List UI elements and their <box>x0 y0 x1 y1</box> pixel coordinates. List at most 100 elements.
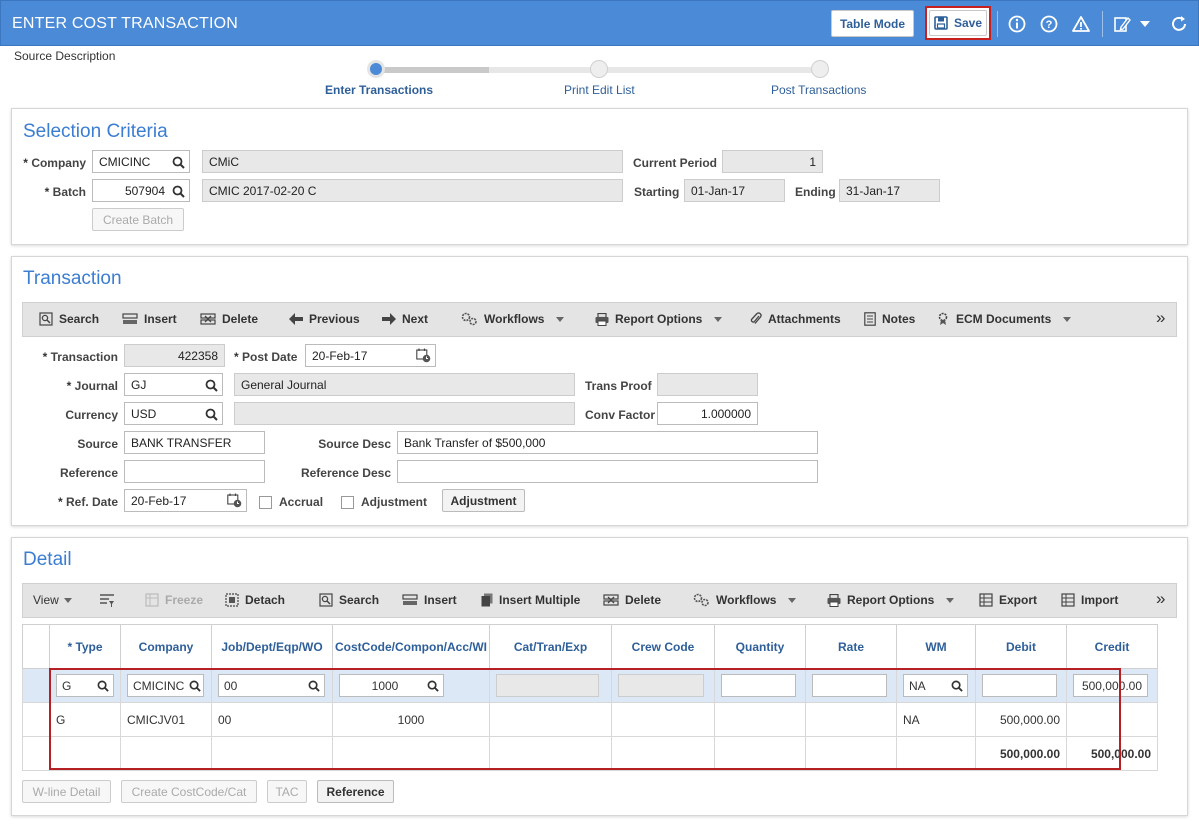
detail-insert-button[interactable]: Insert <box>402 593 457 607</box>
train-step-dot[interactable] <box>811 60 829 78</box>
job-cell-input[interactable]: 00 <box>218 674 325 697</box>
import-button[interactable]: Import <box>1061 593 1118 607</box>
column-header[interactable]: Debit <box>975 624 1067 669</box>
train-step-print-edit-list[interactable]: Print Edit List <box>564 83 635 97</box>
adjustment-button[interactable]: Adjustment <box>442 489 525 512</box>
help-icon[interactable]: ? <box>1038 13 1060 35</box>
debit-cell-input[interactable] <box>982 674 1057 697</box>
source-input[interactable]: BANK TRANSFER <box>124 431 265 454</box>
chevron-down-icon[interactable] <box>1137 13 1153 35</box>
reference-input[interactable] <box>124 460 265 483</box>
tac-button[interactable]: TAC <box>267 780 307 803</box>
train-step-dot[interactable] <box>367 60 385 78</box>
detail-search-button[interactable]: Search <box>319 593 379 607</box>
transaction-workflows-menu[interactable]: Workflows <box>461 312 565 326</box>
company-input[interactable]: CMICINC <box>92 150 190 173</box>
toolbar-overflow-button[interactable]: » <box>1156 308 1165 328</box>
search-icon[interactable] <box>97 680 109 692</box>
conv-factor-input[interactable]: 1.000000 <box>657 402 758 425</box>
column-header[interactable]: Crew Code <box>611 624 715 669</box>
w-line-detail-button[interactable]: W-line Detail <box>22 780 111 803</box>
detach-button[interactable]: Detach <box>225 593 285 607</box>
column-header[interactable]: Credit <box>1066 624 1158 669</box>
search-icon[interactable] <box>189 680 201 692</box>
reference-button[interactable]: Reference <box>317 780 394 803</box>
adjustment-checkbox[interactable] <box>341 496 354 509</box>
train-step-enter-transactions[interactable]: Enter Transactions <box>325 83 433 97</box>
notes-button[interactable]: Notes <box>864 312 915 326</box>
company-cell-input[interactable]: CMICINC <box>127 674 204 697</box>
transaction-search-button[interactable]: Search <box>39 312 99 326</box>
currency-input[interactable]: USD <box>124 402 223 425</box>
starting-date-field: 01-Jan-17 <box>684 179 785 202</box>
search-icon[interactable] <box>308 680 320 692</box>
toolbar-overflow-button[interactable]: » <box>1156 589 1165 609</box>
post-date-input[interactable]: 20-Feb-17 <box>305 344 436 367</box>
detail-delete-button[interactable]: Delete <box>603 593 661 607</box>
previous-button[interactable]: Previous <box>289 312 360 326</box>
freeze-button[interactable]: Freeze <box>145 593 203 607</box>
edit-icon[interactable] <box>1111 13 1133 35</box>
query-by-example-button[interactable] <box>99 593 121 607</box>
create-costcode-cat-button[interactable]: Create CostCode/Cat <box>121 780 257 803</box>
type-cell-input[interactable]: G <box>56 674 114 697</box>
source-desc-input[interactable]: Bank Transfer of $500,000 <box>397 431 818 454</box>
info-icon[interactable] <box>1006 13 1028 35</box>
costcode-cell-input[interactable]: 1000 <box>339 674 444 697</box>
rate-cell-input[interactable] <box>812 674 887 697</box>
search-icon[interactable] <box>951 680 963 692</box>
column-header[interactable]: Cat/Tran/Exp <box>489 624 612 669</box>
next-button[interactable]: Next <box>382 312 428 326</box>
warning-icon[interactable] <box>1070 13 1092 35</box>
column-header[interactable]: Quantity <box>714 624 806 669</box>
insert-multiple-button[interactable]: Insert Multiple <box>481 593 580 607</box>
refresh-icon[interactable] <box>1168 13 1190 35</box>
column-header[interactable]: Job/Dept/Eqp/WO <box>211 624 333 669</box>
quantity-cell-input[interactable] <box>721 674 796 697</box>
chevron-down-icon <box>63 597 72 603</box>
column-header[interactable]: WM <box>896 624 976 669</box>
crew-cell-input <box>618 674 704 697</box>
accrual-checkbox[interactable] <box>259 496 272 509</box>
detail-report-options-menu[interactable]: Report Options <box>827 593 955 607</box>
ecm-documents-menu[interactable]: ECM Documents <box>936 312 1072 326</box>
column-header[interactable]: * Type <box>49 624 121 669</box>
detail-workflows-menu[interactable]: Workflows <box>693 593 797 607</box>
attachments-button[interactable]: Attachments <box>750 312 841 326</box>
transaction-delete-button[interactable]: Delete <box>200 312 258 326</box>
credit-cell-input[interactable]: 500,000.00 <box>1073 674 1148 697</box>
transaction-title: Transaction <box>23 268 122 289</box>
journal-name-field: General Journal <box>234 373 575 396</box>
journal-input[interactable]: GJ <box>124 373 223 396</box>
search-icon[interactable] <box>205 408 218 421</box>
table-row[interactable]: G CMICJV01 00 1000 NA 500,000.00 <box>22 702 1158 737</box>
train-step-post-transactions[interactable]: Post Transactions <box>771 83 866 97</box>
table-mode-button[interactable]: Table Mode <box>831 10 914 37</box>
wm-cell-input[interactable]: NA <box>903 674 968 697</box>
ref-date-input[interactable]: 20-Feb-17 <box>124 489 247 512</box>
calendar-icon[interactable] <box>416 348 431 363</box>
save-icon <box>934 16 948 30</box>
calendar-icon[interactable] <box>227 493 242 508</box>
train-step-dot[interactable] <box>590 60 608 78</box>
create-batch-button[interactable]: Create Batch <box>92 208 184 231</box>
transaction-report-options-menu[interactable]: Report Options <box>595 312 723 326</box>
column-header[interactable]: CostCode/Compon/Acc/WI <box>332 624 490 669</box>
search-icon[interactable] <box>427 680 439 692</box>
batch-input[interactable]: 507904 <box>92 179 190 202</box>
reference-desc-input[interactable] <box>397 460 818 483</box>
source-label: Source <box>77 437 118 451</box>
export-button[interactable]: Export <box>979 593 1037 607</box>
view-menu[interactable]: View <box>33 593 72 607</box>
row-selector[interactable] <box>22 702 50 737</box>
transaction-insert-button[interactable]: Insert <box>122 312 177 326</box>
page-title: ENTER COST TRANSACTION <box>12 15 239 32</box>
column-header[interactable]: Company <box>120 624 212 669</box>
search-icon[interactable] <box>205 379 218 392</box>
save-button[interactable]: Save <box>929 10 987 36</box>
table-row-editing[interactable]: G CMICINC 00 1000 NA 500,000.00 <box>22 668 1158 703</box>
search-icon[interactable] <box>172 185 185 198</box>
column-header[interactable]: Rate <box>805 624 897 669</box>
row-selector[interactable] <box>22 668 50 703</box>
search-icon[interactable] <box>172 156 185 169</box>
